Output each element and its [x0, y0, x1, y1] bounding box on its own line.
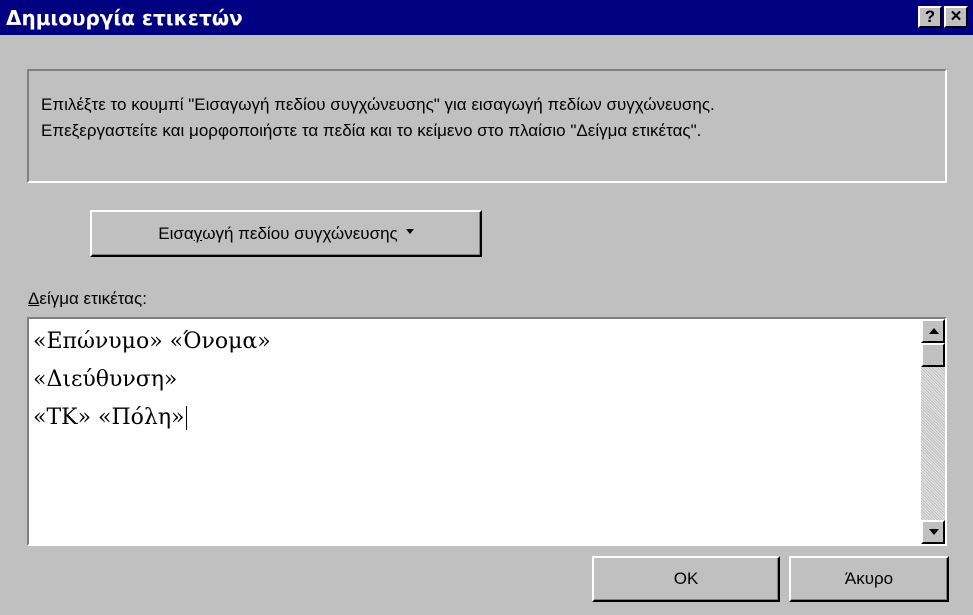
sample-line-1: «Επώνυμο» «Όνομα» [33, 329, 271, 354]
scroll-down-button[interactable] [921, 520, 945, 544]
sample-label-textarea[interactable]: «Επώνυμο» «Όνομα» «Διεύθυνση» «ΤΚ» «Πόλη… [27, 317, 947, 546]
sample-line-2: «Διεύθυνση» [33, 367, 178, 392]
arrow-up-icon [929, 328, 939, 334]
sample-line-3: «ΤΚ» «Πόλη» [33, 405, 187, 430]
scroll-up-button[interactable] [921, 319, 945, 343]
help-button[interactable]: ? [918, 6, 942, 28]
chevron-down-icon [405, 229, 414, 234]
insert-merge-field-button[interactable]: Εισαγωγή πεδίου συγχώνευσης [90, 210, 482, 257]
ok-button[interactable]: OK [592, 556, 780, 602]
instructions-line-1: Επιλέξτε το κουμπί "Εισαγωγή πεδίου συγχ… [41, 95, 715, 114]
close-button[interactable]: ✕ [944, 6, 968, 28]
text-caret [185, 406, 187, 430]
scroll-thumb[interactable] [921, 343, 945, 367]
arrow-down-icon [929, 529, 939, 535]
instructions-panel: Επιλέξτε το κουμπί "Εισαγωγή πεδίου συγχ… [27, 69, 947, 183]
vertical-scrollbar[interactable] [921, 319, 945, 544]
cancel-button[interactable]: Άκυρο [789, 556, 949, 602]
instructions-line-2: Επεξεργαστείτε και μορφοποιήστε τα πεδία… [41, 121, 702, 140]
sample-label: Δείγμα ετικέτας: [28, 289, 147, 308]
window-title: Δημιουργία ετικετών [6, 6, 243, 30]
insert-merge-field-label: Εισαγωγή πεδίου συγχώνευσης [158, 223, 398, 243]
title-bar: Δημιουργία ετικετών ? ✕ [0, 0, 973, 35]
